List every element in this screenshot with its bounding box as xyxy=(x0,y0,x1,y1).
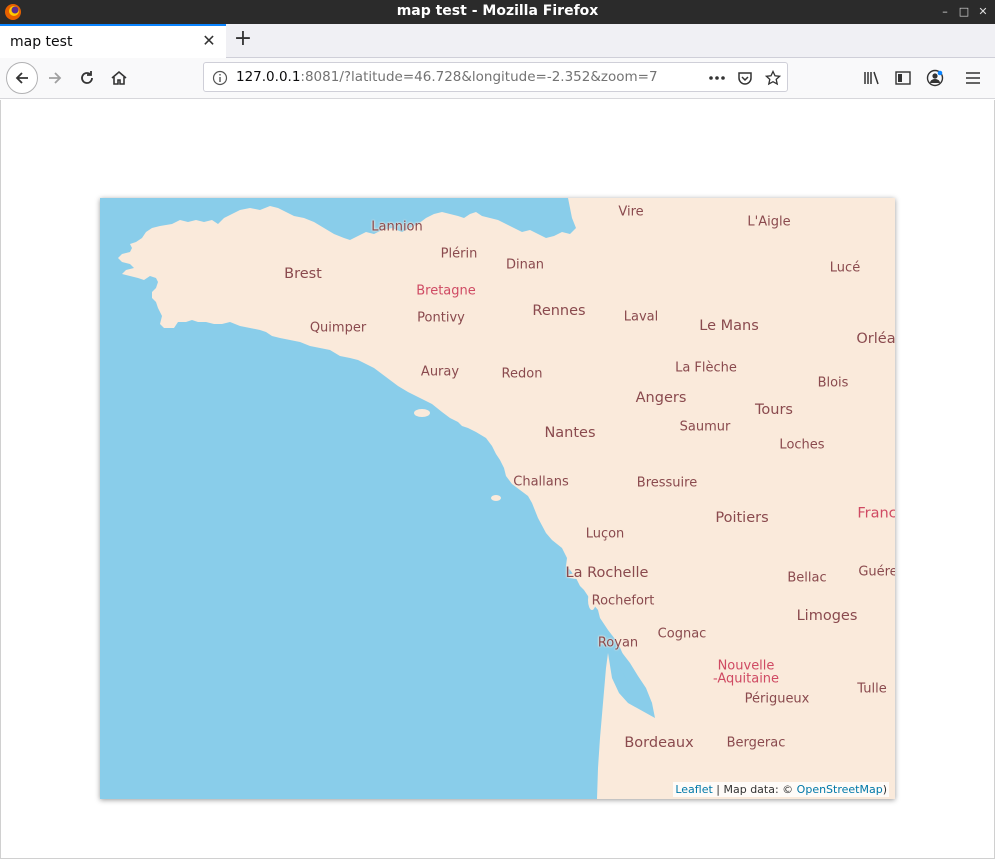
page-actions-icon[interactable] xyxy=(708,69,726,87)
sidebar-button[interactable] xyxy=(888,63,918,93)
place-label: Guére xyxy=(858,564,895,580)
url-host: 127.0.0.1 xyxy=(236,69,301,85)
sidebar-icon xyxy=(895,71,911,85)
place-label: Pontivy xyxy=(417,310,465,326)
place-label: Rochefort xyxy=(591,593,655,609)
tab-close-icon[interactable]: ✕ xyxy=(200,32,218,50)
reload-button[interactable] xyxy=(72,63,102,93)
region-label: Bretagne xyxy=(416,283,476,299)
minimize-icon[interactable]: – xyxy=(937,4,953,20)
region-label: -Aquitaine xyxy=(712,671,780,687)
place-label: Tulle xyxy=(857,681,887,697)
home-button[interactable] xyxy=(104,63,134,93)
place-label: Auray xyxy=(420,364,460,380)
close-window-icon[interactable]: ✕ xyxy=(975,4,991,20)
reload-icon xyxy=(81,71,93,84)
place-label: Redon xyxy=(501,366,543,382)
hamburger-menu-icon xyxy=(966,72,980,84)
mainland-land xyxy=(118,198,895,799)
new-tab-icon[interactable]: + xyxy=(232,28,254,51)
place-label: Lucé xyxy=(829,260,861,276)
place-label: L'Aigle xyxy=(747,214,791,230)
ile-d-ouessant xyxy=(244,262,252,266)
home-icon xyxy=(111,70,127,85)
place-label: Orléa xyxy=(856,331,895,347)
place-label: Lannion xyxy=(371,219,423,235)
place-label: Périgueux xyxy=(744,691,810,707)
land-layer xyxy=(118,198,895,799)
place-label: Nantes xyxy=(544,425,596,441)
url-path: :8081/?latitude=46.728&longitude=-2.352&… xyxy=(300,69,658,85)
leaflet-link[interactable]: Leaflet xyxy=(675,783,712,796)
navigation-toolbar: 127.0.0.1:8081/?latitude=46.728&longitud… xyxy=(0,58,995,99)
menu-button[interactable] xyxy=(958,63,988,93)
back-arrow-icon xyxy=(15,72,28,84)
country-label: Franc xyxy=(857,505,895,522)
place-label: Blois xyxy=(817,375,849,391)
account-button[interactable] xyxy=(920,63,950,93)
place-label: Plérin xyxy=(440,246,478,262)
maximize-icon[interactable]: □ xyxy=(956,4,972,20)
place-label: Le Mans xyxy=(699,318,759,334)
place-label: Bordeaux xyxy=(624,735,694,751)
window-titlebar: map test - Mozilla Firefox – □ ✕ xyxy=(0,0,995,24)
place-label: Bergerac xyxy=(726,735,786,751)
place-label: Royan xyxy=(597,635,639,651)
tab-strip: map test ✕ + xyxy=(0,24,995,58)
belle-ile xyxy=(414,409,430,417)
ile-d-yeu xyxy=(491,495,501,501)
place-label: Bressuire xyxy=(636,475,698,491)
attribution-close: ) xyxy=(882,783,887,796)
pocket-icon[interactable] xyxy=(736,69,754,87)
place-label: La Rochelle xyxy=(565,565,649,581)
url-bar[interactable]: 127.0.0.1:8081/?latitude=46.728&longitud… xyxy=(203,62,788,92)
map-attribution: Leaflet | Map data: © OpenStreetMap) xyxy=(673,782,889,797)
place-label: La Flèche xyxy=(675,360,737,376)
library-button[interactable] xyxy=(857,63,887,93)
attribution-separator: | Map data: © xyxy=(712,783,797,796)
place-label: Loches xyxy=(779,437,825,453)
place-label: Rennes xyxy=(532,303,586,319)
place-label: Tours xyxy=(755,402,793,418)
tab-map-test[interactable]: map test ✕ xyxy=(0,24,226,58)
site-info-icon[interactable] xyxy=(212,70,228,86)
forward-arrow-icon xyxy=(49,72,62,84)
place-label: Saumur xyxy=(679,419,731,435)
openstreetmap-link[interactable]: OpenStreetMap xyxy=(797,783,883,796)
place-label: Vire xyxy=(618,204,644,220)
place-label: Poitiers xyxy=(715,510,769,526)
place-label: Laval xyxy=(623,309,659,325)
tab-title: map test xyxy=(10,34,73,50)
bookmark-star-icon[interactable] xyxy=(764,69,782,87)
account-icon xyxy=(926,69,944,87)
place-label: Brest xyxy=(284,266,322,282)
url-text[interactable]: 127.0.0.1:8081/?latitude=46.728&longitud… xyxy=(236,69,658,85)
back-button[interactable] xyxy=(6,62,38,94)
place-label: Angers xyxy=(635,390,687,406)
place-label: Luçon xyxy=(585,526,625,542)
place-label: Dinan xyxy=(505,257,545,273)
library-icon xyxy=(864,71,879,85)
place-label: Limoges xyxy=(796,608,858,624)
place-label: Bellac xyxy=(787,570,827,586)
place-label: Cognac xyxy=(657,626,707,642)
place-label: Challans xyxy=(513,474,569,490)
place-label: Quimper xyxy=(309,320,367,336)
forward-button[interactable] xyxy=(40,63,70,93)
leaflet-map[interactable]: Vire L'Aigle Lannion Plérin Dinan Lucé B… xyxy=(100,198,895,799)
window-title: map test - Mozilla Firefox xyxy=(396,3,599,19)
